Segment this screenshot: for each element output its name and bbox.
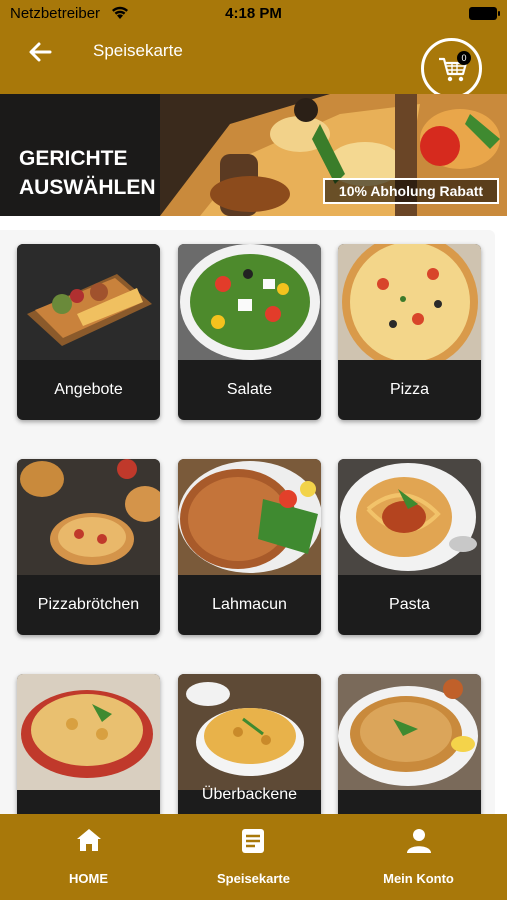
category-label: Pasta bbox=[389, 596, 430, 613]
category-label: Lahmacun bbox=[212, 596, 287, 613]
back-arrow-icon[interactable] bbox=[26, 38, 54, 66]
category-card-7[interactable] bbox=[17, 674, 160, 814]
category-card-lahmacun[interactable]: Lahmacun bbox=[178, 459, 321, 635]
category-card-pizza[interactable]: Pizza bbox=[338, 244, 481, 420]
banner-title-line1: GERICHTE bbox=[19, 147, 128, 170]
cart-count-badge: 0 bbox=[457, 51, 471, 65]
user-icon bbox=[407, 829, 431, 853]
promo-banner: GERICHTE AUSWÄHLEN 10% Abholung Rabatt bbox=[0, 94, 507, 216]
nav-bar: Speisekarte 0 bbox=[0, 28, 507, 99]
category-label bbox=[17, 790, 160, 814]
status-bar: Netzbetreiber 4:18 PM bbox=[0, 0, 507, 28]
tab-speisekarte-label: Speisekarte bbox=[217, 871, 290, 886]
tab-home[interactable]: HOME bbox=[4, 814, 173, 900]
category-card-salate[interactable]: Salate bbox=[178, 244, 321, 420]
pizzabroetchen-image bbox=[17, 459, 160, 575]
bottom-tab-bar: HOME Speisekarte Mein Konto bbox=[0, 814, 507, 900]
category-label: Salate bbox=[226, 381, 273, 398]
category-label: Pizza bbox=[389, 381, 430, 398]
discount-badge: 10% Abholung Rabatt bbox=[323, 178, 499, 204]
menu-list-icon bbox=[242, 829, 264, 853]
category-label bbox=[338, 790, 481, 814]
ueberbackene-image bbox=[178, 674, 321, 790]
clock: 4:18 PM bbox=[225, 5, 282, 22]
tab-speisekarte[interactable]: Speisekarte bbox=[169, 814, 338, 900]
home-icon bbox=[77, 829, 101, 851]
banner-title-line2: AUSWÄHLEN bbox=[19, 176, 156, 199]
page-title: Speisekarte bbox=[93, 41, 183, 60]
category-card-angebote[interactable]: Angebote bbox=[17, 244, 160, 420]
pizza-image bbox=[338, 244, 481, 360]
category-grid-container: Angebote Salate Pizza Pizzabrötchen Lahm… bbox=[0, 216, 507, 814]
category-label: Überbackene bbox=[201, 786, 298, 803]
gratin-image bbox=[17, 674, 160, 790]
schnitzel-image bbox=[338, 674, 481, 790]
category-label: Angebote bbox=[54, 381, 123, 398]
category-card-pizzabroetchen[interactable]: Pizzabrötchen bbox=[17, 459, 160, 635]
tab-home-label: HOME bbox=[69, 871, 108, 886]
lahmacun-image bbox=[178, 459, 321, 575]
tab-mein-konto-label: Mein Konto bbox=[383, 871, 454, 886]
pasta-image bbox=[338, 459, 481, 575]
salate-image bbox=[178, 244, 321, 360]
cart-button[interactable]: 0 bbox=[421, 38, 482, 99]
banner-title: GERICHTE AUSWÄHLEN bbox=[19, 144, 219, 202]
category-label: Pizzabrötchen bbox=[37, 596, 140, 613]
category-card-pasta[interactable]: Pasta bbox=[338, 459, 481, 635]
category-card-9[interactable] bbox=[338, 674, 481, 814]
tab-mein-konto[interactable]: Mein Konto bbox=[334, 814, 503, 900]
battery-icon bbox=[469, 7, 500, 20]
angebote-image bbox=[17, 244, 160, 360]
category-card-ueberbackene[interactable]: Überbackene bbox=[178, 674, 321, 814]
